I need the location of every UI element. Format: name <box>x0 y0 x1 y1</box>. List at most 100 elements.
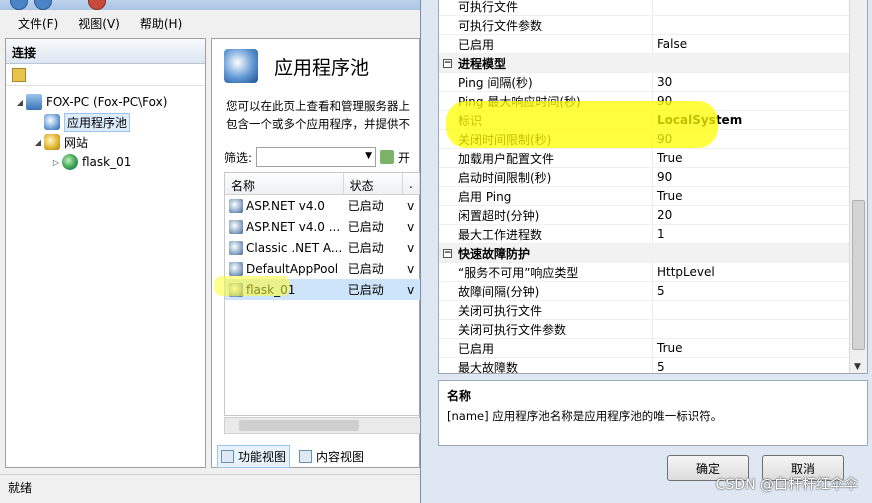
description-line: 您可以在此页上查看和管理服务器上 <box>226 99 410 113</box>
column-status[interactable]: 状态 <box>344 173 404 194</box>
property-value[interactable]: True <box>653 189 683 203</box>
app-pool-large-icon <box>224 49 258 83</box>
menu-bar: 文件(F) 视图(V) 帮助(H) <box>0 10 420 36</box>
scroll-down-icon[interactable]: ▼ <box>854 362 861 372</box>
pool-status: 已启动 <box>347 283 384 297</box>
pool-version: v <box>407 261 415 276</box>
property-row[interactable]: 加载用户配置文件 True <box>439 149 849 168</box>
filter-label: 筛选: <box>224 150 253 165</box>
property-name: “服务不可用”响应类型 <box>439 263 653 281</box>
property-name: 闲置超时(分钟) <box>439 206 653 224</box>
pool-name: DefaultAppPool <box>246 261 339 276</box>
expand-arrow-icon[interactable]: ◢ <box>32 138 44 147</box>
table-row[interactable]: ASP.NET v4.0 已启动 v <box>225 195 420 216</box>
computer-icon <box>26 94 42 110</box>
tab-label: 内容视图 <box>316 449 365 464</box>
filter-go-label[interactable]: 开 <box>398 149 410 166</box>
tree-node[interactable]: 应用程序池 <box>6 112 205 132</box>
expand-arrow-icon[interactable]: ▷ <box>50 158 62 167</box>
property-name: 已启用 <box>439 339 653 357</box>
property-value[interactable]: 90 <box>653 170 672 184</box>
table-row[interactable]: Classic .NET A... 已启动 v <box>225 237 420 258</box>
app-pools-pane: 应用程序池 您可以在此页上查看和管理服务器上 包含一个或多个应用程序，并提供不 … <box>211 38 421 468</box>
filter-go-icon[interactable] <box>380 150 395 164</box>
scrollbar-thumb[interactable] <box>239 420 359 431</box>
tab-content-view[interactable]: 内容视图 <box>296 446 367 467</box>
tree-node[interactable]: ◢ FOX-PC (Fox-PC\Fox) <box>6 92 205 112</box>
property-value[interactable]: True <box>653 151 683 165</box>
property-grid: 最大故障数 5 已启用 True 关闭可执行文件参数 关闭可执行文件 故障间隔(分钟) 5 “服… <box>438 0 868 374</box>
app-icon <box>88 0 106 10</box>
property-name: 加载用户配置文件 <box>439 149 653 167</box>
property-name: 最大故障数 <box>439 358 653 373</box>
menu-help[interactable]: 帮助(H) <box>134 15 188 32</box>
property-category[interactable]: − 快速故障防护 <box>439 244 849 263</box>
property-row[interactable]: “服务不可用”响应类型 HttpLevel <box>439 263 849 282</box>
tree-node[interactable]: ▷ flask_01 <box>6 152 205 172</box>
property-row[interactable]: 关闭可执行文件参数 <box>439 320 849 339</box>
property-value[interactable]: True <box>653 341 683 355</box>
watermark: CSDN @白杆杆红伞伞 <box>715 477 858 493</box>
pool-name: ASP.NET v4.0 ... <box>246 219 341 234</box>
vertical-scrollbar[interactable]: ▼ <box>849 0 867 373</box>
property-row[interactable]: 可执行文件参数 <box>439 16 849 35</box>
horizontal-scrollbar[interactable] <box>224 417 421 434</box>
description-text: [name] 应用程序池名称是应用程序池的唯一标识符。 <box>447 409 723 423</box>
app-pool-icon <box>229 261 243 276</box>
property-row[interactable]: 最大故障数 5 <box>439 358 849 373</box>
property-row[interactable]: 可执行文件 <box>439 0 849 16</box>
property-row[interactable]: Ping 间隔(秒) 30 <box>439 73 849 92</box>
menu-file[interactable]: 文件(F) <box>12 15 64 32</box>
property-value[interactable]: 5 <box>653 360 665 373</box>
app-pool-icon <box>229 219 243 234</box>
property-category[interactable]: − 进程模型 <box>439 54 849 73</box>
property-row[interactable]: 关闭可执行文件 <box>439 301 849 320</box>
property-name: 可执行文件 <box>439 0 653 15</box>
property-row[interactable]: 已启用 True <box>439 339 849 358</box>
app-pool-icon <box>229 198 243 213</box>
column-version[interactable]: . <box>403 173 420 194</box>
back-button[interactable] <box>10 0 28 10</box>
property-row[interactable]: 最大工作进程数 1 <box>439 225 849 244</box>
property-row[interactable]: 已启用 False <box>439 35 849 54</box>
collapse-icon[interactable]: − <box>443 58 452 68</box>
table-row[interactable]: ASP.NET v4.0 ... 已启动 v <box>225 216 420 237</box>
tree-node-label: FOX-PC (Fox-PC\Fox) <box>46 95 168 109</box>
content-view-icon <box>299 449 313 463</box>
features-view-icon <box>221 449 234 463</box>
property-value[interactable]: 30 <box>653 75 672 89</box>
chevron-down-icon[interactable]: ▼ <box>365 151 372 161</box>
property-row[interactable]: 闲置超时(分钟) 20 <box>439 206 849 225</box>
menu-view[interactable]: 视图(V) <box>72 15 126 32</box>
pool-name: Classic .NET A... <box>246 240 343 255</box>
category-label: 快速故障防护 <box>458 246 531 261</box>
property-row[interactable]: 故障间隔(分钟) 5 <box>439 282 849 301</box>
pool-version: v <box>407 198 415 213</box>
tree-node[interactable]: ◢ 网站 <box>6 132 205 152</box>
pool-version: v <box>407 240 415 255</box>
property-value[interactable]: 5 <box>653 284 665 298</box>
property-value[interactable]: HttpLevel <box>653 265 715 279</box>
property-name: 启动时间限制(秒) <box>439 168 653 186</box>
property-name: 关闭可执行文件参数 <box>439 320 653 338</box>
window-title-strip <box>0 0 420 10</box>
property-value[interactable]: 1 <box>653 227 665 241</box>
expand-arrow-icon[interactable]: ◢ <box>14 98 26 107</box>
property-value[interactable]: 20 <box>653 208 672 222</box>
tab-features-view[interactable]: 功能视图 <box>217 444 291 468</box>
filter-input[interactable]: ▼ <box>256 147 377 167</box>
sites-folder-icon <box>44 134 60 150</box>
pool-name: ASP.NET v4.0 <box>246 198 325 213</box>
connect-icon[interactable] <box>12 67 26 82</box>
category-label: 进程模型 <box>458 56 507 71</box>
property-value[interactable]: False <box>653 37 687 51</box>
collapse-icon[interactable]: − <box>443 248 452 258</box>
property-row[interactable]: 启动时间限制(秒) 90 <box>439 168 849 187</box>
app-pool-icon <box>229 240 243 255</box>
column-name[interactable]: 名称 <box>225 173 344 194</box>
property-name: 最大工作进程数 <box>439 225 653 243</box>
connections-tree: ◢ FOX-PC (Fox-PC\Fox) 应用程序池 ◢ 网站 ▷ flask_01 <box>6 86 205 172</box>
scrollbar-thumb[interactable] <box>852 200 865 350</box>
forward-button[interactable] <box>34 0 52 10</box>
property-row[interactable]: 启用 Ping True <box>439 187 849 206</box>
